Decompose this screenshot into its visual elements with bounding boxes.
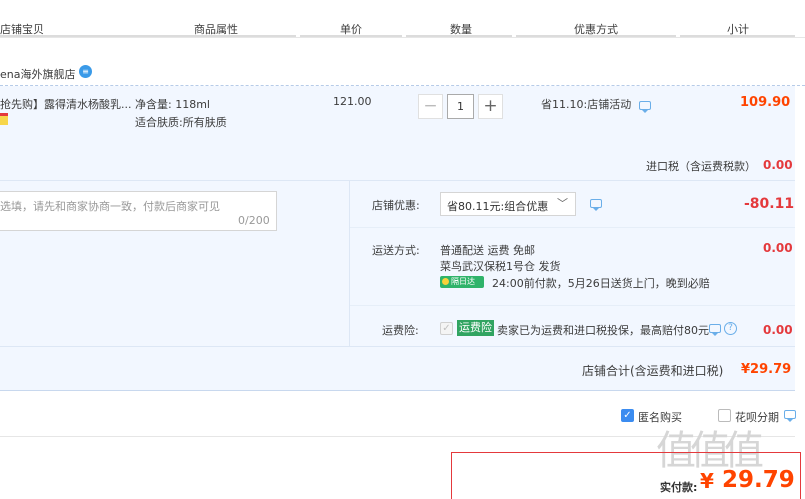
message-placeholder: 选填，请先和商家协商一致，付款后商家可见 — [0, 200, 220, 213]
next-day-badge-label: 隔日达 — [451, 277, 475, 286]
header-divider — [0, 31, 296, 37]
unit-price: 121.00 — [333, 95, 372, 108]
increment-button[interactable]: + — [478, 94, 503, 119]
shop-total-value: ¥29.79 — [741, 362, 792, 377]
promo-tag-icon — [0, 113, 8, 125]
header-divider — [300, 31, 402, 37]
decrement-button[interactable]: − — [418, 94, 443, 119]
item-discount: 省11.10:店铺活动 — [541, 98, 632, 111]
attr-skin: 适合肤质:所有肤质 — [135, 114, 227, 130]
attr-volume: 净含量: 118ml — [135, 96, 210, 112]
attr-skin-value: 所有肤质 — [182, 116, 227, 129]
quantity-stepper: − 1 + — [418, 94, 503, 120]
shop-name-link[interactable]: ena海外旗舰店 — [0, 66, 75, 82]
warehouse-status: 发货 — [538, 260, 561, 273]
attr-volume-value: 118ml — [175, 98, 210, 111]
import-tax-label: 进口税（含运费税款） — [646, 160, 756, 173]
quantity-input[interactable]: 1 — [447, 94, 474, 119]
message-icon[interactable] — [590, 199, 602, 211]
header-divider — [680, 31, 795, 37]
chevron-down-icon: ﹀ — [557, 197, 568, 210]
shop-total-label: 店铺合计(含运费和进口税) — [582, 364, 724, 378]
row-divider — [350, 305, 795, 306]
item-subtotal: 109.90 — [740, 95, 791, 110]
insurance-checkbox[interactable]: ✓ — [440, 322, 453, 335]
insurance-desc: 卖家已为运费和进口税投保，最高赔付80元 — [497, 324, 709, 337]
help-icon[interactable]: ? — [724, 322, 737, 335]
message-counter: 0/200 — [238, 214, 270, 227]
insurance-label: 运费险: — [382, 324, 419, 337]
shop-row — [0, 56, 805, 86]
delivery-promise: 24:00前付款，5月26日送货上门，晚到必赔 — [492, 277, 710, 290]
anonymous-checkbox[interactable]: ✓ — [621, 409, 634, 422]
header-divider — [406, 31, 512, 37]
panel-divider — [349, 181, 350, 346]
payment-label: 实付款: — [660, 481, 698, 494]
shipping-method: 普通配送 运费 免邮 — [440, 244, 535, 257]
import-tax-value: 0.00 — [763, 158, 793, 172]
message-icon[interactable] — [784, 410, 796, 422]
row-divider — [350, 227, 795, 228]
row-divider — [0, 346, 795, 347]
payment-amount: 29.79 — [722, 467, 795, 493]
warehouse-name: 菜鸟武汉保税1号仓 — [440, 260, 535, 273]
shop-coupon-label: 店铺优惠: — [372, 199, 420, 212]
next-day-badge: 隔日达 — [440, 276, 484, 288]
attr-skin-label: 适合肤质: — [135, 116, 183, 129]
shipping-label: 运送方式: — [372, 244, 420, 257]
shop-coupon-selected: 省80.11元:组合优惠 — [447, 200, 549, 213]
attr-volume-label: 净含量: — [135, 98, 172, 111]
item-title-link[interactable]: 抢先购】露得清水杨酸乳... — [0, 96, 132, 112]
cart-header: 店铺宝贝 商品属性 单价 数量 优惠方式 小计 — [0, 0, 805, 38]
shipping-value: 0.00 — [763, 241, 793, 255]
payment-summary: 实付款: ¥ 29.79 — [451, 452, 801, 499]
insurance-value: 0.00 — [763, 323, 793, 337]
seller-message-input[interactable]: 选填，请先和商家协商一致，付款后商家可见 0/200 — [0, 191, 277, 231]
shop-coupon-value: -80.11 — [744, 196, 795, 212]
message-icon[interactable] — [639, 101, 651, 113]
header-divider — [516, 31, 676, 37]
message-icon[interactable] — [709, 324, 721, 336]
payment-currency: ¥ — [700, 469, 714, 493]
insurance-badge: 运费险 — [457, 320, 494, 336]
info-icon[interactable]: ≡ — [79, 65, 92, 78]
shop-coupon-select[interactable]: 省80.11元:组合优惠 ﹀ — [440, 192, 576, 216]
shipping-warehouse: 菜鸟武汉保税1号仓 发货 — [440, 258, 561, 274]
lightning-icon — [442, 278, 449, 285]
